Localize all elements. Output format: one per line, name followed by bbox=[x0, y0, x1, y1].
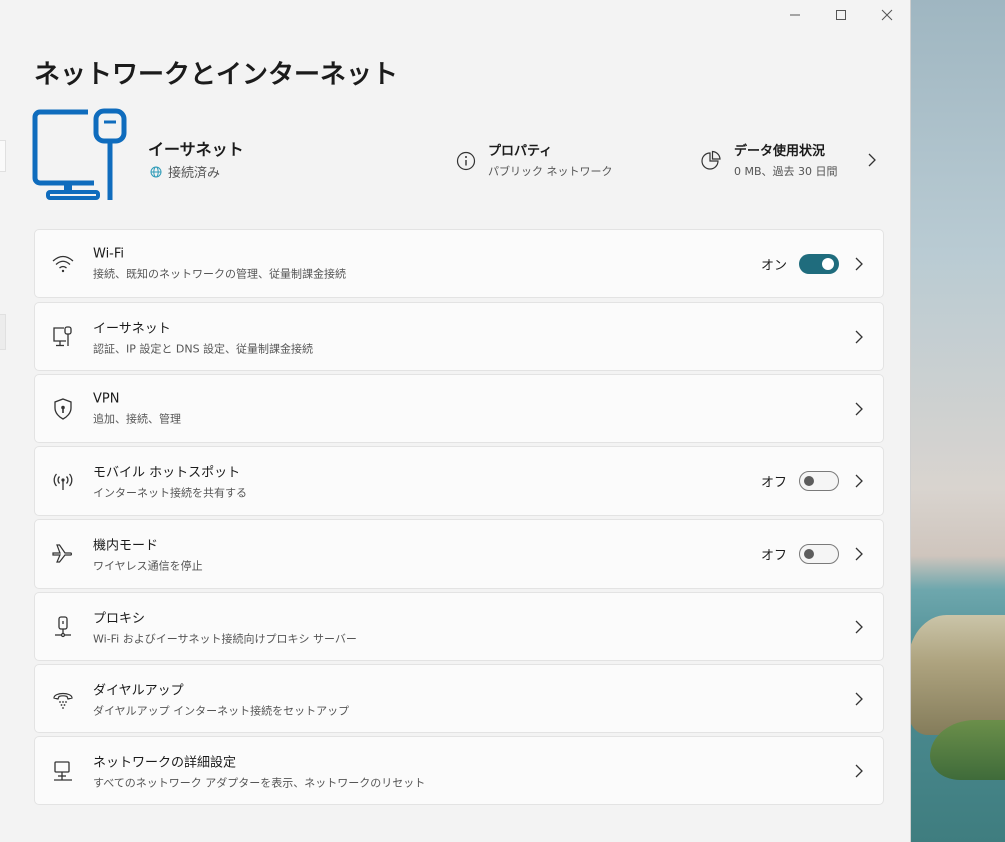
connection-status: 接続済み bbox=[150, 162, 220, 181]
card-advanced-network[interactable]: ネットワークの詳細設定 すべてのネットワーク アダプターを表示、ネットワークのリ… bbox=[34, 736, 884, 805]
wallpaper-grass bbox=[908, 615, 1005, 735]
card-title: 機内モード bbox=[93, 538, 159, 554]
chevron-right-icon bbox=[855, 474, 863, 488]
airplane-state-label: オフ bbox=[760, 548, 787, 564]
card-proxy[interactable]: プロキシ Wi-Fi およびイーサネット接続向けプロキシ サーバー bbox=[34, 592, 884, 661]
card-mobile-hotspot[interactable]: モバイル ホットスポット インターネット接続を共有する オフ bbox=[34, 446, 884, 516]
toggle-knob bbox=[804, 549, 814, 559]
properties-subtitle: パブリック ネットワーク bbox=[488, 165, 613, 178]
card-subtitle: Wi-Fi およびイーサネット接続向けプロキシ サーバー bbox=[93, 632, 357, 645]
card-title: イーサネット bbox=[93, 321, 171, 336]
wifi-toggle[interactable] bbox=[799, 253, 839, 274]
adapter-name: イーサネット bbox=[148, 140, 244, 159]
vpn-shield-icon bbox=[54, 397, 72, 420]
card-title: ダイヤルアップ bbox=[93, 683, 184, 698]
connection-status-text: 接続済み bbox=[168, 166, 221, 181]
card-subtitle: 認証、IP 設定と DNS 設定、従量制課金接続 bbox=[93, 342, 314, 355]
card-wifi[interactable]: Wi-Fi 接続、既知のネットワークの管理、従量制課金接続 オン bbox=[34, 229, 884, 298]
globe-icon bbox=[150, 166, 162, 177]
close-button[interactable] bbox=[864, 0, 910, 30]
proxy-icon bbox=[55, 615, 71, 637]
card-subtitle: 追加、接続、管理 bbox=[93, 412, 181, 425]
card-airplane-mode[interactable]: 機内モード ワイヤレス通信を停止 オフ bbox=[34, 519, 884, 589]
minimize-button[interactable] bbox=[772, 0, 818, 30]
close-icon bbox=[881, 9, 893, 21]
ethernet-monitor-icon bbox=[32, 108, 127, 200]
card-subtitle: ワイヤレス通信を停止 bbox=[93, 559, 203, 573]
card-title: Wi-Fi bbox=[93, 246, 125, 261]
chevron-right-icon bbox=[855, 402, 863, 415]
sidebar-search-edge[interactable] bbox=[0, 140, 6, 172]
info-icon bbox=[456, 151, 476, 171]
sidebar-selected-edge[interactable] bbox=[0, 314, 6, 350]
chevron-right-icon bbox=[868, 153, 876, 167]
chevron-right-icon bbox=[855, 764, 863, 777]
pie-chart-icon bbox=[701, 150, 721, 170]
data-usage-link[interactable]: データ使用状況 0 MB、過去 30 日間 bbox=[700, 140, 885, 179]
dialup-icon bbox=[53, 692, 73, 709]
card-subtitle: インターネット接続を共有する bbox=[93, 486, 247, 500]
chevron-right-icon bbox=[855, 547, 863, 561]
chevron-right-icon bbox=[855, 257, 863, 270]
card-subtitle: 接続、既知のネットワークの管理、従量制課金接続 bbox=[93, 267, 346, 280]
maximize-icon bbox=[836, 10, 846, 20]
page-title: ネットワークとインターネット bbox=[34, 60, 399, 90]
toggle-knob bbox=[822, 257, 834, 270]
wifi-state-label: オン bbox=[760, 258, 787, 273]
hotspot-toggle[interactable] bbox=[799, 471, 839, 491]
properties-title: プロパティ bbox=[488, 144, 553, 159]
card-title: ネットワークの詳細設定 bbox=[93, 755, 237, 770]
minimize-icon bbox=[790, 14, 800, 16]
card-dial-up[interactable]: ダイヤルアップ ダイヤルアップ インターネット接続をセットアップ bbox=[34, 664, 884, 733]
toggle-knob bbox=[804, 476, 814, 486]
wifi-icon bbox=[52, 255, 74, 272]
ethernet-icon bbox=[53, 325, 72, 346]
card-subtitle: ダイヤルアップ インターネット接続をセットアップ bbox=[93, 704, 350, 717]
airplane-icon bbox=[52, 544, 72, 563]
hotspot-icon bbox=[53, 473, 73, 490]
properties-link[interactable]: プロパティ パブリック ネットワーク bbox=[456, 140, 613, 179]
settings-window: ネットワークとインターネット イーサネット 接続済み プロパティ パブリック ネ… bbox=[0, 0, 911, 842]
card-title: プロキシ bbox=[93, 611, 146, 626]
chevron-right-icon bbox=[855, 330, 863, 343]
data-usage-subtitle: 0 MB、過去 30 日間 bbox=[734, 165, 838, 178]
card-vpn[interactable]: VPN 追加、接続、管理 bbox=[34, 374, 884, 443]
card-title: モバイル ホットスポット bbox=[93, 465, 241, 481]
card-ethernet[interactable]: イーサネット 認証、IP 設定と DNS 設定、従量制課金接続 bbox=[34, 302, 884, 371]
card-title: VPN bbox=[93, 391, 120, 406]
data-usage-title: データ使用状況 bbox=[734, 144, 826, 159]
advanced-network-icon bbox=[54, 760, 72, 781]
chevron-right-icon bbox=[855, 620, 863, 633]
card-subtitle: すべてのネットワーク アダプターを表示、ネットワークのリセット bbox=[93, 776, 426, 789]
airplane-toggle[interactable] bbox=[799, 544, 839, 564]
maximize-button[interactable] bbox=[818, 0, 864, 30]
chevron-right-icon bbox=[855, 692, 863, 705]
hotspot-state-label: オフ bbox=[760, 475, 787, 491]
